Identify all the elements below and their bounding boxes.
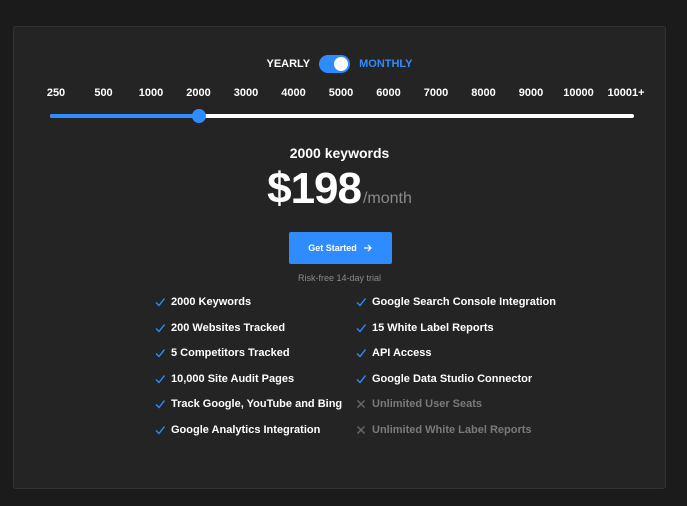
keywords-count: 2000 keywords: [289, 145, 390, 161]
price-amount: $198: [267, 164, 362, 213]
feature-item: 5 Competitors Tracked: [155, 347, 290, 359]
feature-label: Track Google, YouTube and Bing: [171, 398, 343, 410]
yearly-label[interactable]: YEARLY: [267, 58, 311, 70]
feature-item: 2000 Keywords: [155, 296, 251, 308]
check-icon: [155, 349, 165, 358]
trial-note: Risk-free 14-day trial: [297, 273, 382, 283]
pricing-card: YEARLY MONTHLY 250 500 1000 2000 3000 4000 500…: [13, 26, 666, 489]
feature-label: Google Data Studio Connector: [372, 372, 533, 385]
feature-label: 15 White Label Reports: [372, 321, 494, 334]
slider-tick-label[interactable]: 10000: [563, 87, 594, 99]
slider-tick-label[interactable]: 10001+: [607, 87, 644, 99]
feature-label: 200 Websites Tracked: [171, 321, 286, 334]
check-icon: [356, 349, 366, 358]
feature-item: API Access: [356, 347, 432, 359]
slider-tick-label[interactable]: 6000: [376, 87, 400, 99]
slider-tick-label[interactable]: 7000: [424, 87, 448, 99]
slider-tick-label[interactable]: 2000: [186, 87, 210, 99]
billing-toggle-row: YEARLY MONTHLY: [14, 55, 665, 73]
feature-item: 200 Websites Tracked: [155, 322, 285, 334]
slider-tick-label[interactable]: 8000: [471, 87, 495, 99]
x-icon: [357, 425, 365, 434]
slider-tick-label[interactable]: 9000: [519, 87, 543, 99]
feature-item: Google Analytics Integration: [155, 424, 320, 436]
check-icon: [155, 425, 165, 435]
check-icon: [155, 400, 165, 409]
x-icon: [357, 400, 365, 408]
feature-label: Google Search Console Integration: [372, 296, 556, 308]
keyword-slider-thumb[interactable]: [191, 109, 206, 123]
check-icon: [155, 323, 165, 333]
feature-label: Google Analytics Integration: [171, 423, 321, 436]
price-period: /month: [362, 190, 412, 207]
get-started-button[interactable]: Get Started: [289, 232, 392, 264]
feature-item: Google Data Studio Connector: [356, 373, 532, 385]
check-icon: [155, 298, 165, 307]
feature-label: API Access: [372, 347, 432, 359]
check-icon: [155, 374, 165, 384]
check-icon: [356, 298, 366, 307]
slider-tick-label[interactable]: 5000: [329, 87, 353, 99]
monthly-label[interactable]: MONTHLY: [359, 58, 412, 70]
toggle-knob: [334, 57, 349, 71]
feature-label: 2000 Keywords: [171, 296, 252, 308]
arrow-right-icon: [363, 244, 372, 252]
slider-tick-label[interactable]: 1000: [139, 87, 163, 99]
feature-label: Unlimited User Seats: [372, 398, 483, 410]
get-started-label: Get Started: [308, 243, 357, 253]
feature-item: Google Search Console Integration: [356, 296, 556, 308]
check-icon: [356, 374, 366, 384]
feature-item: Track Google, YouTube and Bing: [155, 398, 342, 410]
check-icon: [356, 323, 366, 333]
slider-tick-label[interactable]: 250: [47, 87, 65, 99]
keyword-slider-track[interactable]: [50, 109, 634, 123]
feature-label: 10,000 Site Audit Pages: [171, 372, 295, 385]
slider-tick-labels: 250 500 1000 2000 3000 4000 5000 6000 7000 8000 90…: [47, 87, 645, 101]
feature-label: 5 Competitors Tracked: [171, 347, 290, 359]
feature-item: Unlimited White Label Reports: [356, 424, 532, 436]
slider-tick-label[interactable]: 500: [94, 87, 112, 99]
slider-tick-label[interactable]: 3000: [234, 87, 258, 99]
feature-label: Unlimited White Label Reports: [372, 423, 532, 436]
feature-item: 10,000 Site Audit Pages: [155, 373, 294, 385]
feature-item: 15 White Label Reports: [356, 322, 494, 334]
billing-toggle-switch[interactable]: [319, 55, 351, 73]
keyword-slider-fill: [50, 114, 199, 118]
slider-tick-label[interactable]: 4000: [281, 87, 305, 99]
price-row: $198 /month: [14, 164, 665, 214]
feature-item: Unlimited User Seats: [356, 398, 482, 410]
